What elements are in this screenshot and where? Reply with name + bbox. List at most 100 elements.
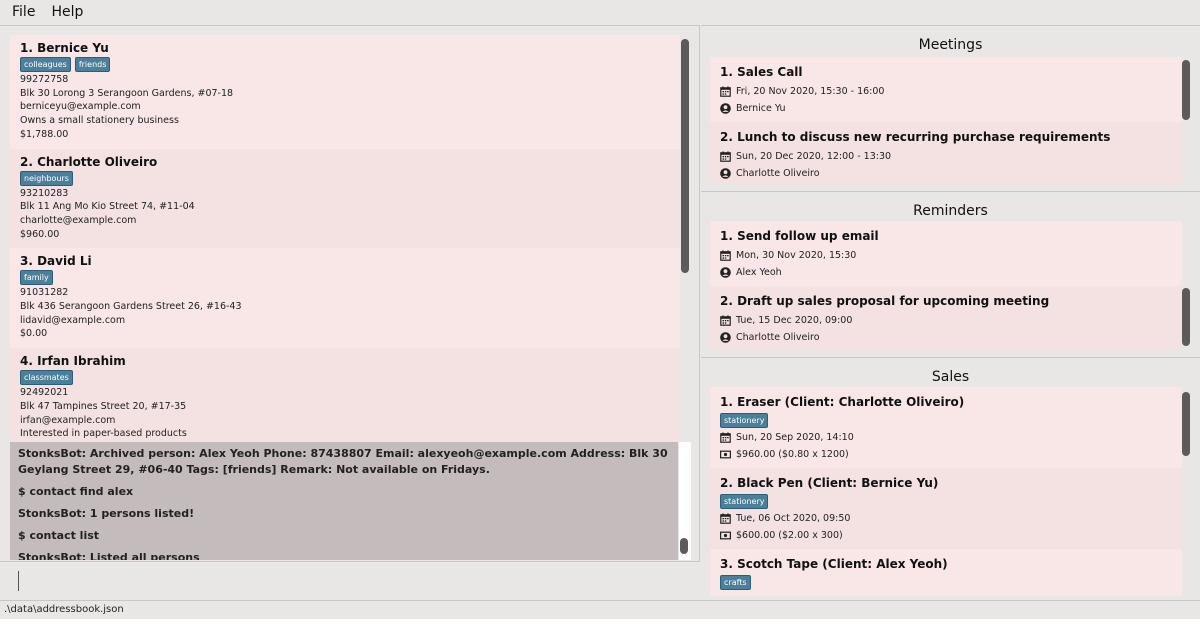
meetings-person-row: Charlotte Oliveiro [720, 165, 1172, 182]
sale-tags: stationery [720, 413, 1172, 428]
meetings-title: Meetings [918, 37, 983, 53]
person-list[interactable]: 1. Bernice Yu colleagues friends 99272758 Bl… [10, 35, 680, 465]
sales-item-title: 1. Eraser (Client: Charlotte Oliveiro) [720, 395, 965, 409]
user-icon [720, 332, 731, 343]
result-line: StonksBot: Listed all persons [18, 551, 200, 560]
reminders-scroll-thumb[interactable] [1182, 288, 1190, 346]
sales-item[interactable]: 3. Scotch Tape (Client: Alex Yeoh) crafts [710, 549, 1182, 596]
user-icon [720, 267, 731, 278]
sales-item[interactable]: 1. Eraser (Client: Charlotte Oliveiro) st… [710, 387, 1182, 468]
result-line: StonksBot: 1 persons listed! [18, 507, 195, 520]
reminders-item[interactable]: 2. Draft up sales proposal for upcoming … [710, 286, 1182, 349]
tag-label: friends [74, 57, 111, 72]
person-tags: family [20, 270, 670, 286]
sale-tags: stationery [720, 494, 1172, 509]
person-phone: 93210283 [20, 187, 69, 199]
sales-list[interactable]: 1. Eraser (Client: Charlotte Oliveiro) st… [710, 387, 1182, 601]
person-card[interactable]: 3. David Li family 91031282 Blk 436 Serango… [10, 248, 680, 349]
person-email: charlotte@example.com [20, 214, 137, 226]
sales-amount: $600.00 ($2.00 x 300) [736, 530, 843, 541]
person-list-scroll-thumb[interactable] [681, 39, 689, 273]
reminders-datetime: Tue, 15 Dec 2020, 09:00 [736, 315, 853, 326]
meetings-section: Meetings 1. Sales Call Fri, 20 Nov 2020, … [701, 26, 1200, 192]
sales-datetime: Sun, 20 Sep 2020, 14:10 [736, 432, 854, 443]
person-address: Blk 30 Lorong 3 Serangoon Gardens, #07-1… [20, 87, 234, 99]
sales-item[interactable]: 2. Black Pen (Client: Bernice Yu) station… [710, 468, 1182, 549]
calendar-icon [720, 513, 731, 524]
tag-label: neighbours [20, 170, 73, 186]
status-bar: .\data\addressbook.json [0, 600, 1200, 619]
person-remark: Interested in paper-based products [20, 428, 187, 440]
tag-label: stationery [720, 494, 769, 509]
reminders-item-title: 2. Draft up sales proposal for upcoming … [720, 294, 1050, 308]
tag-label: crafts [720, 575, 751, 590]
menu-help[interactable]: Help [45, 0, 89, 24]
person-address: Blk 47 Tampines Street 20, #17-35 [20, 400, 187, 412]
meetings-person: Bernice Yu [736, 103, 786, 114]
person-address: Blk 11 Ang Mo Kio Street 74, #11-04 [20, 201, 195, 213]
meetings-item-title: 1. Sales Call [720, 65, 803, 79]
sales-amount-row: $960.00 ($0.80 x 1200) [720, 446, 1172, 463]
person-total: $0.00 [20, 328, 48, 340]
meetings-item[interactable]: 1. Sales Call Fri, 20 Nov 2020, 15:30 - 1… [710, 57, 1182, 122]
result-line: StonksBot: Archived person: Alex Yeoh Ph… [18, 447, 668, 476]
person-name: 3. David Li [20, 254, 92, 269]
person-phone: 91031282 [20, 287, 69, 299]
result-line: $ contact list [18, 529, 100, 542]
sale-tags: crafts [720, 575, 1172, 590]
result-line: $ contact find alex [18, 485, 134, 498]
person-tags: colleagues friends [20, 57, 670, 72]
money-icon [720, 530, 732, 541]
person-card[interactable]: 4. Irfan Ibrahim classmates 92492021 Blk 47… [10, 348, 680, 448]
meetings-datetime-row: Sun, 20 Dec 2020, 12:00 - 13:30 [720, 148, 1172, 165]
reminders-datetime-row: Mon, 30 Nov 2020, 15:30 [720, 247, 1172, 264]
reminders-list[interactable]: 1. Send follow up email Mon, 30 Nov 2020,… [710, 221, 1182, 349]
tag-label: colleagues [20, 57, 71, 72]
command-box[interactable] [0, 561, 700, 601]
sales-item-title: 2. Black Pen (Client: Bernice Yu) [720, 476, 939, 490]
meetings-item-title: 2. Lunch to discuss new recurring purcha… [720, 130, 1111, 144]
result-scrollbar[interactable] [679, 442, 691, 560]
tag-label: family [20, 270, 53, 286]
person-tags: neighbours [20, 170, 670, 186]
reminders-person: Charlotte Oliveiro [736, 332, 820, 343]
reminders-title: Reminders [913, 203, 988, 219]
command-input[interactable] [18, 571, 19, 591]
person-email: irfan@example.com [20, 414, 116, 426]
person-tags: classmates [20, 370, 670, 386]
person-address: Blk 436 Serangoon Gardens Street 26, #16… [20, 301, 242, 313]
menu-file[interactable]: File [6, 0, 41, 24]
calendar-icon [720, 432, 731, 443]
meetings-scroll-thumb[interactable] [1182, 60, 1190, 120]
meetings-person: Charlotte Oliveiro [736, 168, 820, 179]
menu-bar: File Help [0, 0, 1200, 24]
result-scroll-thumb[interactable] [680, 538, 688, 554]
sales-datetime-row: Sun, 20 Sep 2020, 14:10 [720, 429, 1172, 446]
person-remark: Owns a small stationery business [20, 115, 179, 127]
reminders-datetime-row: Tue, 15 Dec 2020, 09:00 [720, 312, 1172, 329]
sales-scroll-thumb[interactable] [1182, 392, 1190, 456]
sales-section: Sales 1. Eraser (Client: Charlotte Olive… [701, 358, 1200, 601]
user-icon [720, 103, 731, 114]
right-pane: Meetings 1. Sales Call Fri, 20 Nov 2020, … [701, 25, 1200, 600]
reminders-person: Alex Yeoh [736, 267, 782, 278]
result-display: StonksBot: Archived person: Alex Yeoh Ph… [10, 442, 678, 560]
person-name: 4. Irfan Ibrahim [20, 354, 126, 369]
person-name: 1. Bernice Yu [20, 41, 109, 55]
person-phone: 99272758 [20, 74, 69, 85]
meetings-datetime-row: Fri, 20 Nov 2020, 15:30 - 16:00 [720, 83, 1172, 100]
meetings-item[interactable]: 2. Lunch to discuss new recurring purcha… [710, 122, 1182, 183]
calendar-icon [720, 86, 731, 97]
person-card[interactable]: 2. Charlotte Oliveiro neighbours 93210283 B… [10, 148, 680, 249]
meetings-list[interactable]: 1. Sales Call Fri, 20 Nov 2020, 15:30 - 1… [710, 57, 1182, 183]
reminders-item[interactable]: 1. Send follow up email Mon, 30 Nov 2020,… [710, 221, 1182, 286]
person-card[interactable]: 1. Bernice Yu colleagues friends 99272758 Bl… [10, 35, 680, 149]
money-icon [720, 449, 732, 460]
person-list-scrollbar[interactable] [680, 35, 689, 465]
sales-item-title: 3. Scotch Tape (Client: Alex Yeoh) [720, 557, 948, 571]
meetings-person-row: Bernice Yu [720, 100, 1172, 117]
sales-datetime: Tue, 06 Oct 2020, 09:50 [736, 513, 851, 524]
tag-label: classmates [20, 370, 73, 386]
meetings-datetime: Sun, 20 Dec 2020, 12:00 - 13:30 [736, 151, 892, 162]
person-email: lidavid@example.com [20, 314, 126, 326]
